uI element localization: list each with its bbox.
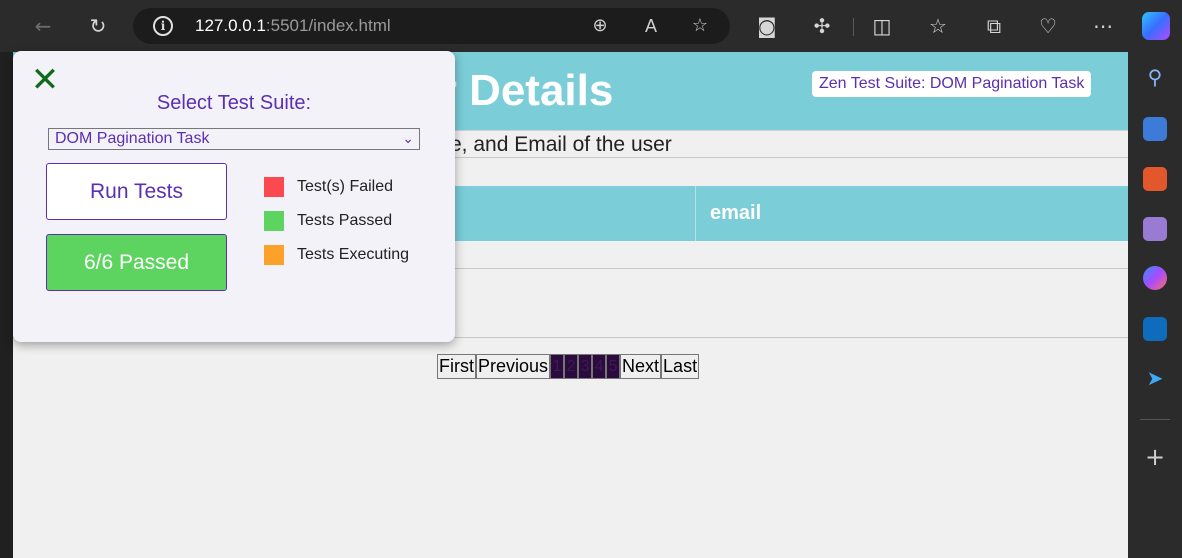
back-arrow-icon[interactable]: ← <box>29 12 57 40</box>
failed-swatch <box>264 177 284 197</box>
column-header-email: email <box>710 202 762 224</box>
collections-icon[interactable]: ⧉ <box>980 12 1008 40</box>
toolbar-separator <box>853 18 854 36</box>
read-aloud-icon[interactable]: A <box>637 12 665 40</box>
browser-essentials-icon[interactable]: ♡ <box>1034 12 1062 40</box>
copilot-m365-icon[interactable] <box>1143 266 1167 290</box>
favorite-star-icon[interactable]: ☆ <box>686 12 714 40</box>
next-page-button[interactable]: Next <box>620 354 662 379</box>
sidebar-separator <box>1140 419 1170 420</box>
legend-label: Tests Passed <box>297 212 393 229</box>
close-icon[interactable]: ✕ <box>30 63 60 97</box>
copilot-icon[interactable] <box>1142 12 1170 40</box>
page-5-button[interactable]: 5 <box>606 354 621 379</box>
test-suite-select[interactable]: DOM Pagination Task ⌄ <box>48 128 420 150</box>
previous-page-button[interactable]: Previous <box>476 354 551 379</box>
toolbox-icon[interactable] <box>1143 167 1167 191</box>
zen-suite-badge: Zen Test Suite: DOM Pagination Task <box>812 71 1092 97</box>
favorites-icon[interactable]: ☆ <box>924 12 952 40</box>
first-page-button[interactable]: First <box>437 354 476 379</box>
page-4-button[interactable]: 4 <box>592 354 607 379</box>
url-text[interactable]: 127.0.0.1:5501/index.html <box>195 16 391 36</box>
browser-sidebar: ⚲ ➤ + <box>1128 52 1182 558</box>
screen-capture-icon[interactable]: ◙ <box>753 12 781 40</box>
select-suite-label: Select Test Suite: <box>156 92 312 114</box>
last-page-button[interactable]: Last <box>661 354 700 379</box>
more-menu-icon[interactable]: ⋯ <box>1089 12 1117 40</box>
legend-label: Tests Executing <box>297 246 410 263</box>
add-icon[interactable]: + <box>1143 445 1167 469</box>
run-tests-button[interactable]: Run Tests <box>46 163 227 220</box>
legend-label: Test(s) Failed <box>297 178 394 195</box>
zen-test-panel: ✕ Select Test Suite: DOM Pagination Task… <box>13 51 455 342</box>
page-1-button[interactable]: 1 <box>550 354 565 379</box>
address-bar[interactable]: i 127.0.0.1:5501/index.html ⊕ A ☆ <box>133 8 730 44</box>
chess-icon[interactable] <box>1143 217 1167 241</box>
browser-toolbar: ← ↻ i 127.0.0.1:5501/index.html ⊕ A ☆ ◙ … <box>0 0 1182 52</box>
search-icon[interactable]: ⚲ <box>1143 65 1167 89</box>
page-subtitle: e, and Email of the user <box>450 133 672 156</box>
send-icon[interactable]: ➤ <box>1143 366 1167 390</box>
page-2-button[interactable]: 2 <box>564 354 579 379</box>
outlook-icon[interactable] <box>1143 317 1167 341</box>
selected-suite-value: DOM Pagination Task <box>55 130 210 147</box>
refresh-icon[interactable]: ↻ <box>84 12 112 40</box>
pagination: First Previous 1 2 3 4 5 Next Last <box>437 354 700 379</box>
split-screen-icon[interactable]: ◫ <box>868 12 896 40</box>
test-result-button[interactable]: 6/6 Passed <box>46 234 227 291</box>
executing-swatch <box>264 245 284 265</box>
chevron-down-icon: ⌄ <box>402 131 414 147</box>
passed-swatch <box>264 211 284 231</box>
shopping-tag-icon[interactable] <box>1143 117 1167 141</box>
zoom-icon[interactable]: ⊕ <box>586 12 614 40</box>
site-info-icon[interactable]: i <box>153 16 173 36</box>
extensions-icon[interactable]: ✣ <box>808 12 836 40</box>
page-3-button[interactable]: 3 <box>578 354 593 379</box>
